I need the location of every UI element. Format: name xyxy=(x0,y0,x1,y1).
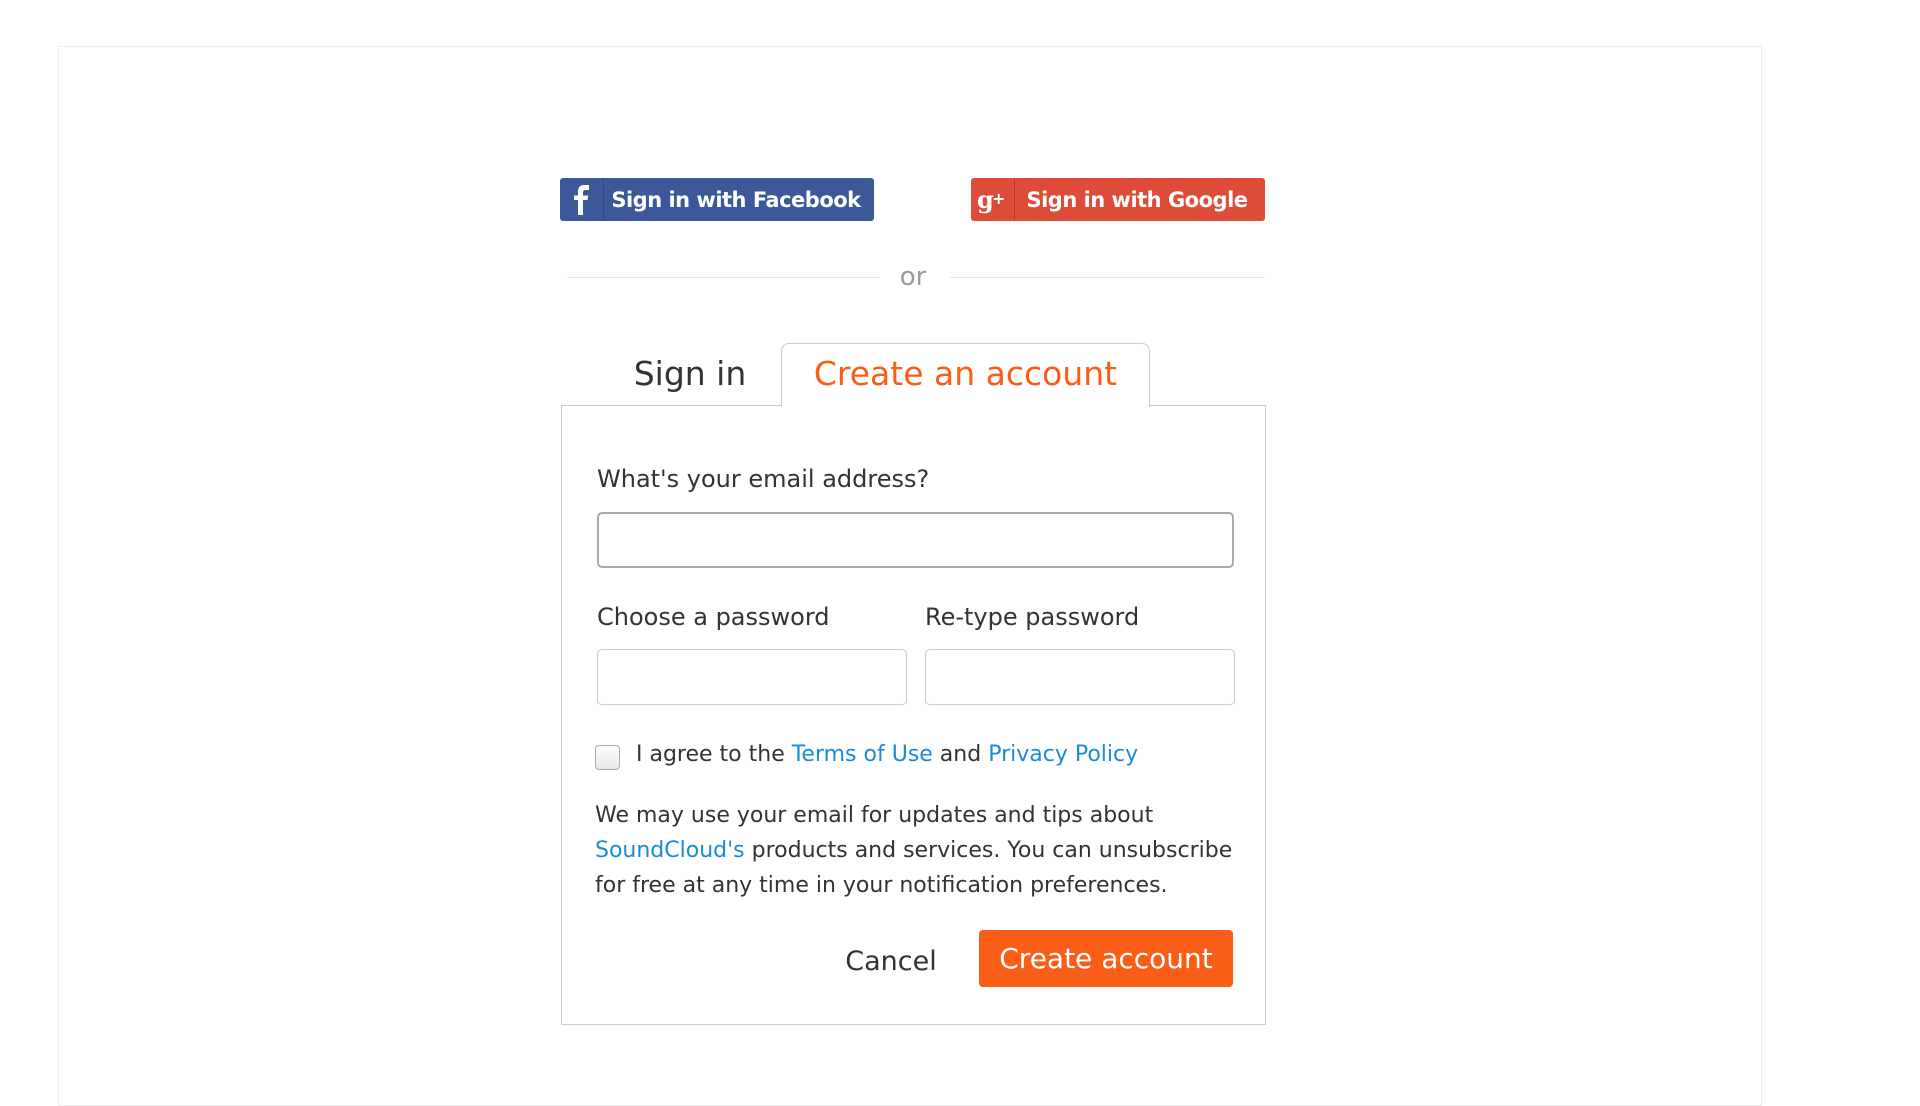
email-usage-notice: We may use your email for updates and ti… xyxy=(595,798,1235,903)
retype-password-label: Re-type password xyxy=(925,603,1140,631)
agree-middle: and xyxy=(932,742,989,767)
email-field[interactable] xyxy=(597,512,1234,568)
svg-text:+: + xyxy=(992,189,1005,208)
agree-text: I agree to the Terms of Use and Privacy … xyxy=(636,742,1138,767)
facebook-signin-button[interactable]: Sign in with Facebook xyxy=(560,178,874,221)
facebook-signin-label: Sign in with Facebook xyxy=(611,187,861,212)
divider-or: or xyxy=(899,262,927,292)
create-account-button[interactable]: Create account xyxy=(979,930,1233,987)
facebook-f-icon xyxy=(560,178,604,221)
soundcloud-link[interactable]: SoundCloud's xyxy=(595,838,745,863)
tab-sign-in[interactable]: Sign in xyxy=(595,344,785,404)
password-field[interactable] xyxy=(597,649,907,705)
agree-prefix: I agree to the xyxy=(636,742,792,767)
cancel-button[interactable]: Cancel xyxy=(836,940,946,984)
privacy-policy-link[interactable]: Privacy Policy xyxy=(988,742,1138,767)
divider-line-right xyxy=(950,277,1265,278)
google-signin-label: Sign in with Google xyxy=(1026,187,1248,212)
terms-of-use-link[interactable]: Terms of Use xyxy=(792,742,933,767)
retype-password-field[interactable] xyxy=(925,649,1235,705)
email-label: What's your email address? xyxy=(597,465,930,493)
google-signin-button[interactable]: g + Sign in with Google xyxy=(971,178,1265,221)
agree-checkbox[interactable] xyxy=(595,745,620,770)
notice-prefix: We may use your email for updates and ti… xyxy=(595,803,1154,828)
tab-create-account[interactable]: Create an account xyxy=(781,343,1150,407)
password-label: Choose a password xyxy=(597,603,830,631)
google-plus-icon: g + xyxy=(971,178,1015,221)
divider-line-left xyxy=(567,277,880,278)
